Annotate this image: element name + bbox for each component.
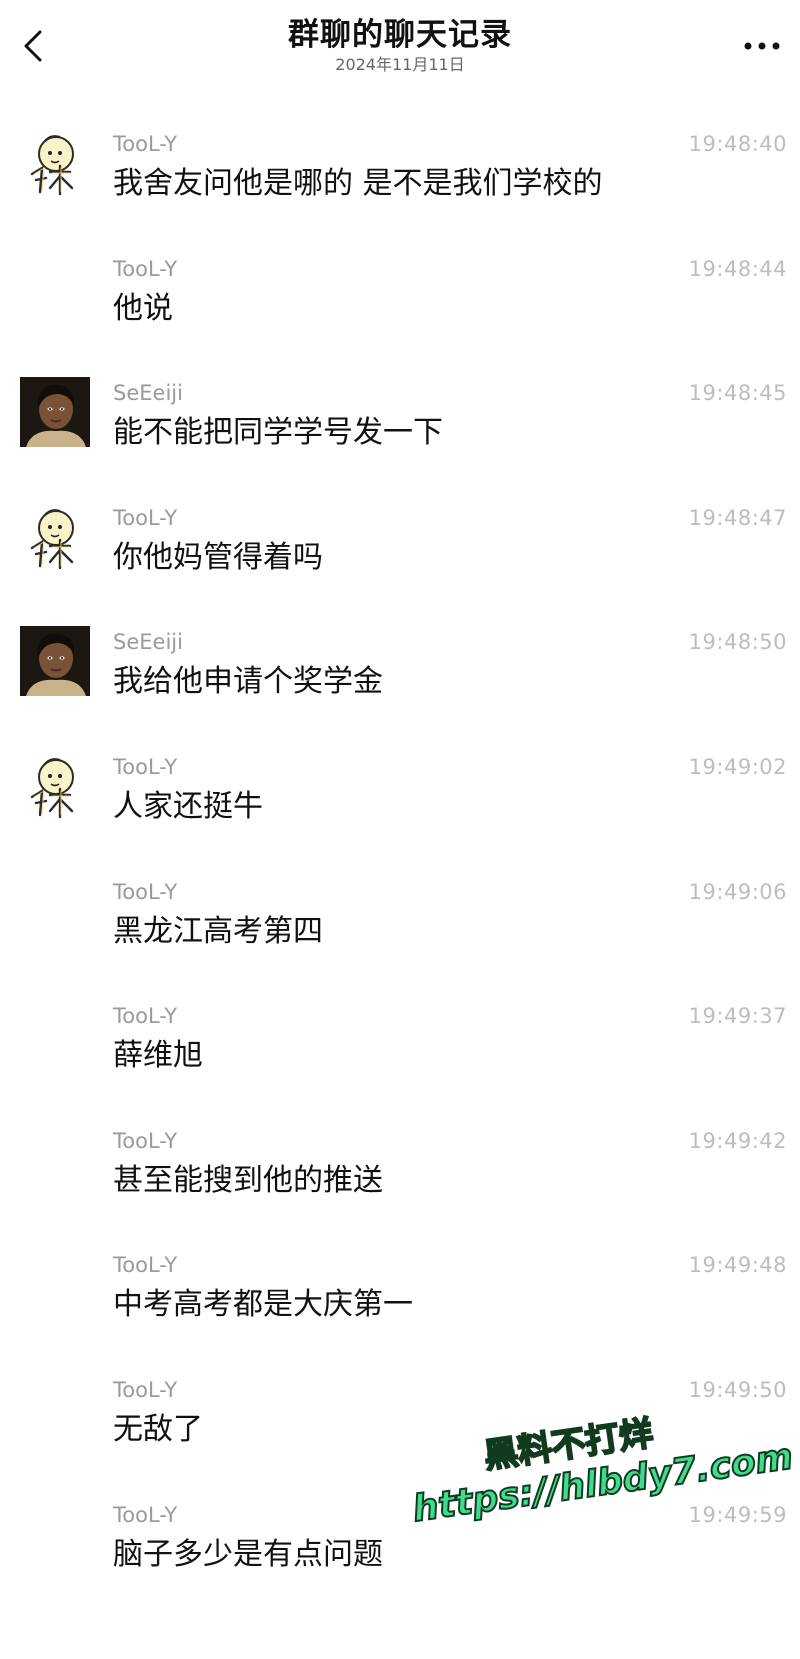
sender-name: TooL-Y bbox=[113, 755, 178, 779]
avatar[interactable] bbox=[20, 377, 90, 448]
message-time: 19:48:50 bbox=[688, 630, 787, 655]
sender-name: TooL-Y bbox=[113, 1128, 178, 1153]
sender-name: TooL-Y bbox=[113, 879, 178, 904]
sender-name: TooL-Y bbox=[113, 1378, 178, 1402]
message-time: 19:48:40 bbox=[688, 132, 787, 156]
message-time: 19:49:59 bbox=[688, 1502, 787, 1527]
message-text: 能不能把同学学号发一下 bbox=[113, 415, 443, 451]
avatar[interactable] bbox=[20, 502, 90, 572]
message-text: 他说 bbox=[113, 290, 173, 326]
message-item[interactable]: TooL-Y 19:49:48 中考高考都是大庆第一 bbox=[0, 1213, 800, 1345]
avatar-image bbox=[30, 135, 74, 196]
message-item[interactable]: TooL-Y 19:49:02 人家还挺牛 bbox=[0, 715, 800, 847]
message-time: 19:49:42 bbox=[688, 1128, 787, 1153]
message-item[interactable]: TooL-Y 19:49:06 黑龙江高考第四 bbox=[0, 840, 800, 972]
more-button[interactable] bbox=[740, 28, 784, 64]
avatar-image bbox=[30, 758, 74, 819]
message-time: 19:48:47 bbox=[688, 505, 787, 530]
sender-name: SeEeiji bbox=[113, 381, 183, 406]
sender-name: TooL-Y bbox=[113, 1253, 178, 1278]
message-text: 你他妈管得着吗 bbox=[113, 539, 323, 575]
message-text: 脑子多少是有点问题 bbox=[113, 1536, 383, 1572]
avatar[interactable] bbox=[20, 128, 90, 198]
sender-name: TooL-Y bbox=[113, 132, 178, 156]
message-time: 19:49:02 bbox=[688, 755, 787, 779]
more-dots-icon bbox=[744, 42, 780, 50]
message-item[interactable]: TooL-Y 19:48:44 他说 bbox=[0, 217, 800, 349]
message-time: 19:48:44 bbox=[688, 256, 787, 281]
message-text: 我舍友问他是哪的 是不是我们学校的 bbox=[113, 166, 603, 201]
message-time: 19:49:50 bbox=[688, 1378, 787, 1402]
message-text: 甚至能搜到他的推送 bbox=[113, 1162, 383, 1198]
message-text: 黑龙江高考第四 bbox=[113, 913, 323, 949]
message-text: 中考高考都是大庆第一 bbox=[113, 1287, 413, 1323]
page-title: 群聊的聊天记录 bbox=[288, 17, 512, 53]
sender-name: SeEeiji bbox=[113, 630, 183, 655]
message-text: 薛维旭 bbox=[113, 1038, 203, 1074]
page-date: 2024年11月11日 bbox=[335, 55, 465, 74]
avatar[interactable] bbox=[20, 626, 90, 697]
message-time: 19:49:37 bbox=[688, 1004, 787, 1029]
message-item[interactable]: SeEeiji 19:48:45 能不能把同学学号发一下 bbox=[0, 341, 800, 473]
sender-name: TooL-Y bbox=[113, 1004, 178, 1029]
title-block: 群聊的聊天记录 2024年11月11日 bbox=[0, 16, 800, 75]
message-item[interactable]: TooL-Y 19:49:37 薛维旭 bbox=[0, 964, 800, 1096]
message-list[interactable]: TooL-Y 19:48:40 我舍友问他是哪的 是不是我们学校的 TooL-Y 19:… bbox=[0, 92, 800, 1659]
message-text: 人家还挺牛 bbox=[113, 789, 263, 824]
sender-name: TooL-Y bbox=[113, 256, 178, 281]
message-time: 19:49:48 bbox=[688, 1253, 787, 1278]
message-item[interactable]: TooL-Y 19:49:42 甚至能搜到他的推送 bbox=[0, 1089, 800, 1221]
sender-name: TooL-Y bbox=[113, 505, 178, 530]
message-item[interactable]: TooL-Y 19:48:40 我舍友问他是哪的 是不是我们学校的 bbox=[0, 92, 800, 224]
message-item[interactable]: TooL-Y 19:48:47 你他妈管得着吗 bbox=[0, 466, 800, 598]
avatar-image bbox=[30, 508, 74, 569]
top-bar: 群聊的聊天记录 2024年11月11日 bbox=[0, 0, 800, 92]
message-item[interactable]: TooL-Y 19:49:59 脑子多少是有点问题 bbox=[0, 1463, 800, 1595]
sender-name: TooL-Y bbox=[113, 1502, 178, 1527]
message-text: 我给他申请个奖学金 bbox=[113, 664, 383, 700]
message-item[interactable]: TooL-Y 19:49:50 无敌了 bbox=[0, 1338, 800, 1470]
message-time: 19:48:45 bbox=[688, 381, 787, 406]
avatar-image bbox=[20, 377, 90, 448]
message-item[interactable]: SeEeiji 19:48:50 我给他申请个奖学金 bbox=[0, 590, 800, 722]
message-time: 19:49:06 bbox=[688, 879, 787, 904]
avatar[interactable] bbox=[20, 751, 90, 821]
message-text: 无敌了 bbox=[113, 1412, 203, 1447]
avatar-image bbox=[20, 626, 90, 697]
